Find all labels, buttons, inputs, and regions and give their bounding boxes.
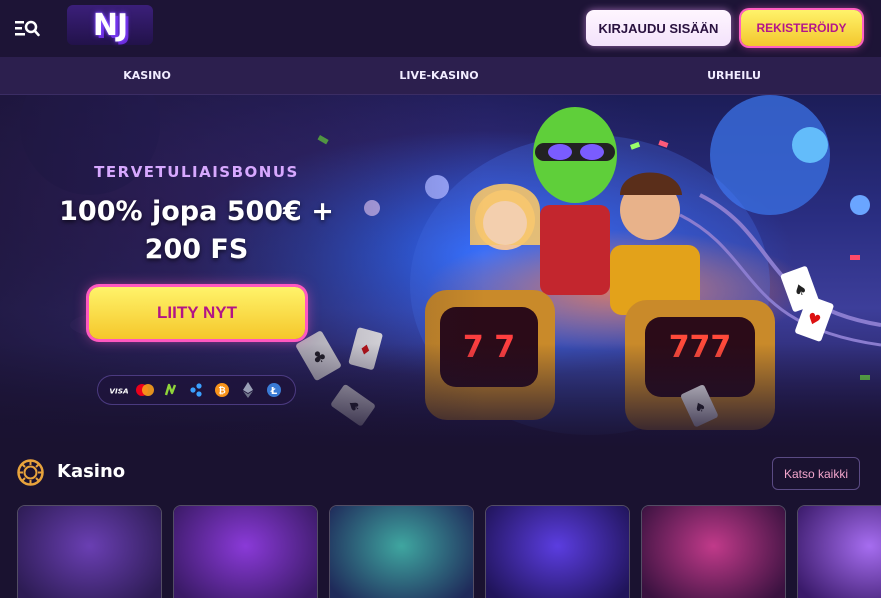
nav-item-urheilu[interactable]: URHEILU xyxy=(587,57,881,94)
game-card-2[interactable] xyxy=(173,505,318,598)
casino-chip-icon xyxy=(17,459,44,486)
litecoin-icon: Ł xyxy=(264,380,284,400)
game-card-3[interactable] xyxy=(329,505,474,598)
visa-icon: VISA xyxy=(109,380,129,400)
neteller-icon xyxy=(161,380,181,400)
game-thumbnail xyxy=(642,506,785,598)
svg-text:₿: ₿ xyxy=(219,386,226,397)
game-thumbnail xyxy=(174,506,317,598)
main-nav: KASINO LIVE-KASINO URHEILU xyxy=(0,57,881,95)
top-bar: NJ KIRJAUDU SISÄÄN REKISTERÖIDY xyxy=(0,0,881,57)
visa-text: VISA xyxy=(109,387,129,396)
nav-item-kasino[interactable]: KASINO xyxy=(0,57,294,94)
hero-banner[interactable]: 7 7 777 ♣ ♦ ♠ ♠ ♥ ♠ TERVETULIAISBONUS 10… xyxy=(0,95,881,450)
promo-label: TERVETULIAISBONUS xyxy=(94,163,299,181)
game-card-5[interactable] xyxy=(641,505,786,598)
game-carousel xyxy=(0,505,881,598)
game-thumbnail xyxy=(18,506,161,598)
nav-item-live-kasino[interactable]: LIVE-KASINO xyxy=(292,57,586,94)
register-button[interactable]: REKISTERÖIDY xyxy=(741,10,862,46)
logo-text: NJ xyxy=(92,7,128,43)
game-thumbnail xyxy=(486,506,629,598)
section-title: Kasino xyxy=(57,461,126,482)
game-card-6[interactable] xyxy=(797,505,881,598)
ethereum-icon xyxy=(238,380,258,400)
payment-methods: VISA ₿ Ł xyxy=(97,375,296,405)
game-card-1[interactable] xyxy=(17,505,162,598)
promo-title: 100% jopa 500€ + 200 FS xyxy=(59,196,334,265)
menu-search-icon[interactable] xyxy=(14,18,40,38)
game-card-4[interactable] xyxy=(485,505,630,598)
skrill-icon xyxy=(186,380,206,400)
svg-text:Ł: Ł xyxy=(270,386,278,397)
game-thumbnail xyxy=(330,506,473,598)
logo[interactable]: NJ xyxy=(67,5,153,45)
join-now-button[interactable]: LIITY NYT xyxy=(89,287,305,339)
see-all-button[interactable]: Katso kaikki xyxy=(772,457,860,490)
game-thumbnail xyxy=(798,506,881,598)
casino-section-header: Kasino Katso kaikki xyxy=(0,452,881,494)
bitcoin-icon: ₿ xyxy=(212,380,232,400)
login-button[interactable]: KIRJAUDU SISÄÄN xyxy=(586,10,731,46)
mastercard-icon xyxy=(135,380,155,400)
